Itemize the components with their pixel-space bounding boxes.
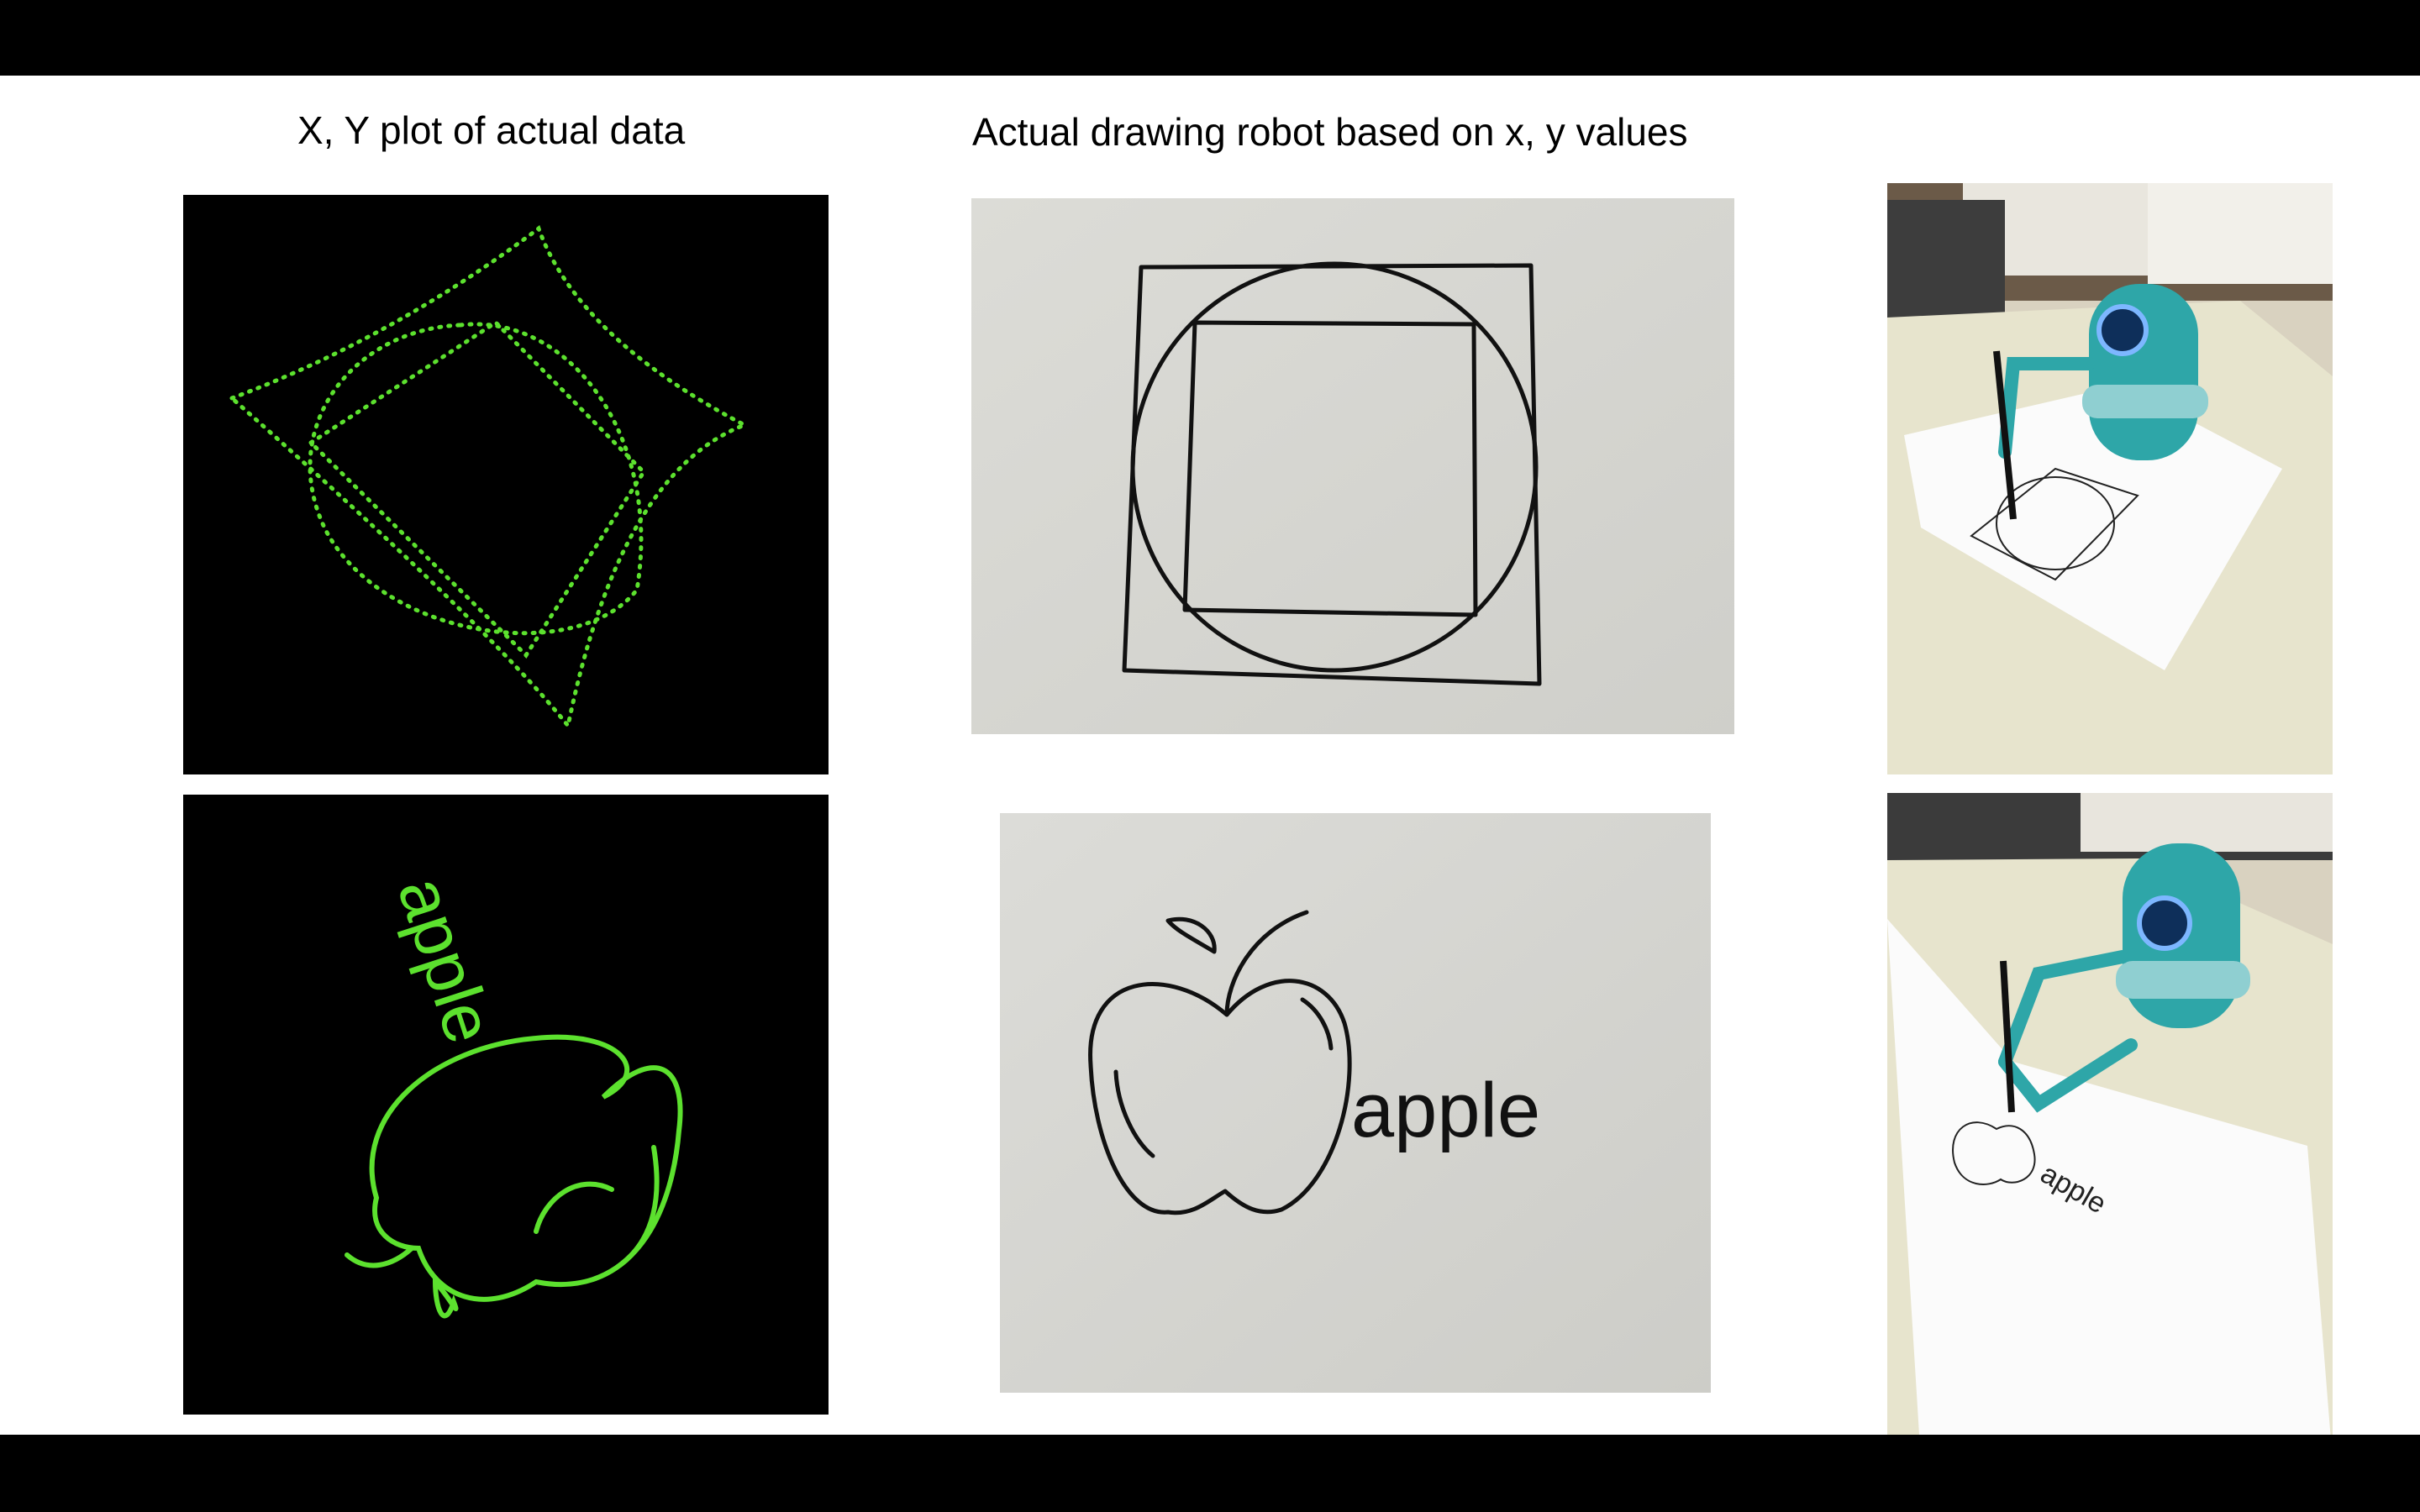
xy-plot-apple: apple [183,795,829,1415]
robot-drawing-apple: apple [1000,813,1711,1393]
robot-drawing-shapes-graphic [971,198,1734,734]
drawing-column-heading: Actual drawing robot based on x, y value… [972,110,1688,154]
robot-body [2089,284,2198,460]
plot-column-heading: X, Y plot of actual data [297,108,686,152]
robot-eye [2096,304,2149,356]
robot-photo-shapes [1887,183,2333,774]
robot-photo-shapes-graphic [1887,183,2333,774]
xy-plot-shapes [183,195,829,774]
drawn-apple-label: apple [1351,1068,1540,1153]
screen: X, Y plot of actual data Actual drawing … [0,0,2420,1512]
robot-photo-apple-graphic: apple [1887,793,2333,1435]
xy-plot-shapes-graphic [183,195,829,774]
xy-plot-apple-graphic: apple [183,795,829,1415]
robot-photo-apple: apple [1887,793,2333,1435]
robot-drawing-apple-graphic: apple [1000,813,1711,1393]
robot-drawing-shapes [971,198,1734,734]
presentation-slide: X, Y plot of actual data Actual drawing … [0,76,2420,1435]
robot-eye-2 [2137,895,2192,951]
